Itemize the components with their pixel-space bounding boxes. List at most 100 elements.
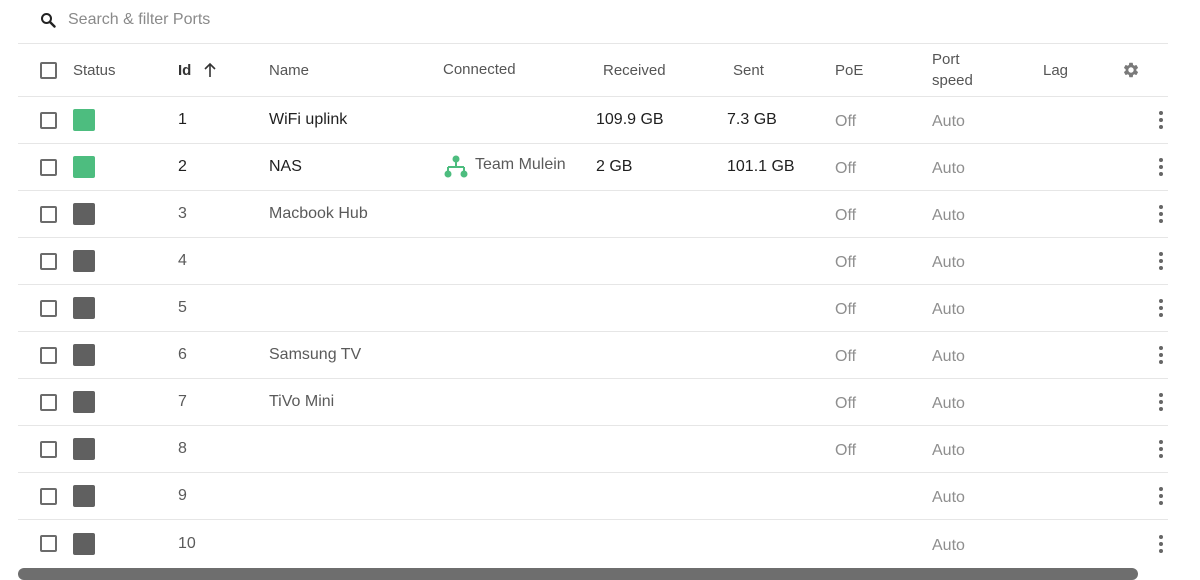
column-header-status[interactable]: Status [73,44,116,96]
status-cell [73,379,95,425]
status-indicator-down [73,391,95,413]
status-indicator-down [73,485,95,507]
row-select-cell [40,191,57,237]
row-checkbox[interactable] [40,346,57,364]
more-options-icon[interactable] [1158,251,1164,271]
table-row[interactable]: 10 Auto [18,520,1168,567]
column-header-connected[interactable]: Connected [443,43,516,95]
gear-icon[interactable] [1122,61,1140,79]
sent-value: 101.1 GB [727,158,795,175]
port-name: WiFi uplink [269,111,348,128]
table-row[interactable]: 7 TiVo Mini Off Auto [18,379,1168,426]
column-header-name[interactable]: Name [269,44,309,96]
more-options-icon[interactable] [1158,345,1164,365]
more-options-icon[interactable] [1158,534,1164,554]
port-id: 4 [178,252,187,269]
port-speed-value: Auto [932,113,965,130]
port-id: 3 [178,205,187,222]
column-header-port-speed[interactable]: Port speed [932,44,973,96]
status-indicator-down [73,438,95,460]
row-actions-cell [1158,238,1164,284]
select-all-checkbox[interactable] [40,61,57,79]
row-checkbox[interactable] [40,299,57,317]
connected-device[interactable]: Team Mulein [475,156,566,174]
row-select-cell [40,285,57,331]
row-select-cell [40,332,57,378]
received-value: 2 GB [596,158,633,175]
row-checkbox[interactable] [40,111,57,129]
table-row[interactable]: 6 Samsung TV Off Auto [18,332,1168,379]
status-indicator-down [73,297,95,319]
more-options-icon[interactable] [1158,157,1164,177]
row-actions-cell [1158,191,1164,237]
poe-value: Off [835,207,857,224]
port-speed-value: Auto [932,442,965,459]
poe-value: Off [835,301,857,318]
status-indicator-down [73,532,95,555]
port-speed-value: Auto [932,489,965,506]
port-id: 8 [178,440,187,457]
column-header-sent[interactable]: Sent [733,44,764,96]
column-header-id-label: Id [178,61,192,79]
more-options-icon[interactable] [1158,392,1164,412]
column-header-lag[interactable]: Lag [1043,44,1068,96]
status-indicator-up [73,109,95,131]
port-name: TiVo Mini [269,393,335,410]
status-cell [73,191,95,237]
row-actions-cell [1158,144,1164,190]
row-checkbox[interactable] [40,487,57,505]
port-id: 6 [178,346,187,363]
more-options-icon[interactable] [1158,110,1164,130]
port-id: 2 [178,158,187,175]
network-topology-icon [444,155,468,178]
table-row[interactable]: 1 WiFi uplink 109.9 GB 7.3 GB Off Auto [18,97,1168,144]
select-all-cell [40,44,57,96]
more-options-icon[interactable] [1158,486,1164,506]
connected-cell: Team Mulein [443,144,566,190]
port-id: 7 [178,393,187,410]
column-header-received[interactable]: Received [603,44,666,96]
row-checkbox[interactable] [40,535,57,552]
row-actions-cell [1158,97,1164,143]
row-select-cell [40,520,57,567]
horizontal-scrollbar[interactable] [18,568,1138,580]
search-icon [41,13,56,28]
port-speed-value: Auto [932,207,965,224]
port-id: 9 [178,487,187,504]
row-actions-cell [1158,379,1164,425]
row-select-cell [40,473,57,519]
table-body: 1 WiFi uplink 109.9 GB 7.3 GB Off Auto 2… [18,97,1168,567]
row-checkbox[interactable] [40,393,57,411]
column-header-id[interactable]: Id [178,44,217,96]
table-row[interactable]: 3 Macbook Hub Off Auto [18,191,1168,238]
poe-value: Off [835,395,857,412]
poe-value: Off [835,254,857,271]
more-options-icon[interactable] [1158,204,1164,224]
table-row[interactable]: 9 Auto [18,473,1168,520]
table-row[interactable]: 2 NAS Team Mulein 2 GB 101.1 GB Off Auto [18,144,1168,191]
status-cell [73,238,95,284]
more-options-icon[interactable] [1158,439,1164,459]
sort-ascending-icon [204,62,216,77]
search-input[interactable] [68,6,668,34]
poe-value: Off [835,160,857,177]
row-select-cell [40,238,57,284]
port-speed-value: Auto [932,301,965,318]
status-cell [73,285,95,331]
column-header-port-speed-line1: Port [932,51,960,68]
poe-value: Off [835,113,857,130]
row-checkbox[interactable] [40,205,57,223]
table-row[interactable]: 4 Off Auto [18,238,1168,285]
row-checkbox[interactable] [40,158,57,176]
column-settings-cell [1122,44,1140,96]
row-checkbox[interactable] [40,440,57,458]
status-indicator-down [73,203,95,225]
received-value: 109.9 GB [596,111,664,128]
row-select-cell [40,144,57,190]
table-row[interactable]: 8 Off Auto [18,426,1168,473]
more-options-icon[interactable] [1158,298,1164,318]
row-checkbox[interactable] [40,252,57,270]
table-row[interactable]: 5 Off Auto [18,285,1168,332]
table-header: Status Id Name Connected Received Sent P… [18,44,1168,97]
column-header-poe[interactable]: PoE [835,44,863,96]
